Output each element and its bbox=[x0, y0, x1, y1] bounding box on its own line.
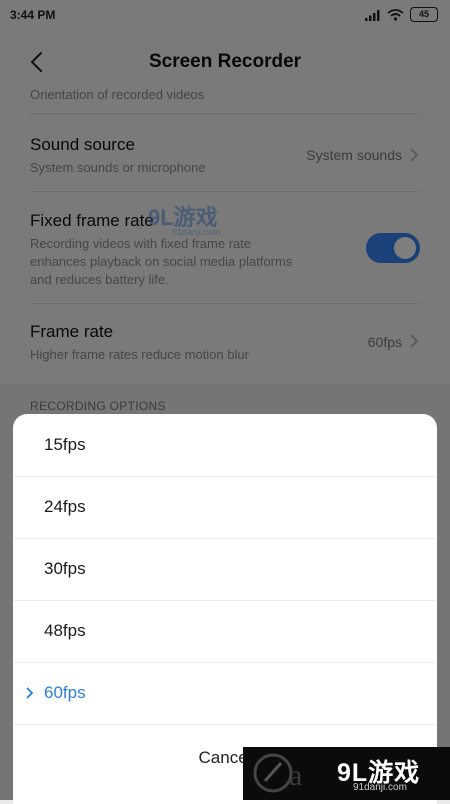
option-30fps[interactable]: 30fps bbox=[13, 538, 437, 600]
option-15fps[interactable]: 15fps bbox=[13, 414, 437, 476]
option-label: 48fps bbox=[44, 621, 86, 640]
selected-chevron-icon bbox=[26, 687, 34, 699]
option-label: 15fps bbox=[44, 435, 86, 454]
frame-rate-picker: 15fps 24fps 30fps 48fps 60fps Cancel bbox=[13, 414, 437, 804]
logo-url: 91danji.com bbox=[353, 782, 407, 793]
option-label: 24fps bbox=[44, 497, 86, 516]
divider bbox=[13, 724, 437, 725]
option-label: 60fps bbox=[44, 683, 86, 702]
option-label: 30fps bbox=[44, 559, 86, 578]
logo-mark-icon: a bbox=[253, 753, 302, 793]
option-48fps[interactable]: 48fps bbox=[13, 600, 437, 662]
option-60fps[interactable]: 60fps bbox=[13, 662, 437, 724]
option-24fps[interactable]: 24fps bbox=[13, 476, 437, 538]
svg-text:a: a bbox=[289, 759, 302, 792]
site-logo-badge: a 9L游戏 91danji.com bbox=[243, 747, 450, 800]
